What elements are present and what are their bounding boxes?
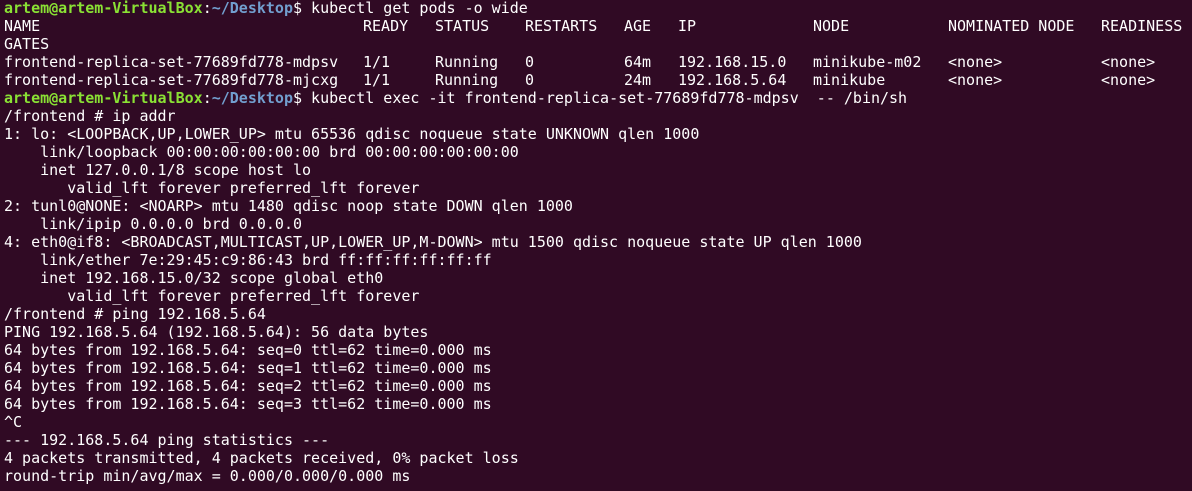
header-restarts: RESTARTS <box>525 17 598 35</box>
shell-line: 64 bytes from 192.168.5.64: seq=3 ttl=62… <box>4 395 492 413</box>
pod-readiness: <none> <box>1101 71 1156 89</box>
shell-line: 4 packets transmitted, 4 packets receive… <box>4 449 519 467</box>
prompt-path: ~/Desktop <box>211 0 293 17</box>
shell-line: ^C <box>4 413 23 431</box>
pod-name: frontend-replica-set-77689fd778-mdpsv <box>4 53 339 71</box>
terminal-output: artem@artem-VirtualBox:~/Desktop$ kubect… <box>4 0 1192 485</box>
table-row: frontend-replica-set-77689fd778-mdpsv 1/… <box>4 53 1192 71</box>
prompt-line-get-pods: artem@artem-VirtualBox:~/Desktop$ kubect… <box>4 0 528 17</box>
pod-nominated-node: <none> <box>948 71 1003 89</box>
pod-nominated-node: <none> <box>948 53 1003 71</box>
pod-node: minikube <box>813 71 886 89</box>
header-age: AGE <box>624 17 652 35</box>
shell-line: inet 127.0.0.1/8 scope host lo <box>4 161 312 179</box>
header-node: NODE <box>813 17 850 35</box>
header-readiness: READINESS <box>1101 17 1183 35</box>
shell-line: 1: lo: <LOOPBACK,UP,LOWER_UP> mtu 65536 … <box>4 125 700 143</box>
shell-line: --- 192.168.5.64 ping statistics --- <box>4 431 330 449</box>
shell-line: link/ipip 0.0.0.0 brd 0.0.0.0 <box>4 215 303 233</box>
shell-line: PING 192.168.5.64 (192.168.5.64): 56 dat… <box>4 323 429 341</box>
shell-line: 4: eth0@if8: <BROADCAST,MULTICAST,UP,LOW… <box>4 233 862 251</box>
pod-ready: 1/1 <box>363 53 391 71</box>
header-name: NAME <box>4 17 41 35</box>
prompt-line-exec: artem@artem-VirtualBox:~/Desktop$ kubect… <box>4 89 908 107</box>
pod-node: minikube-m02 <box>813 53 922 71</box>
shell-line: 64 bytes from 192.168.5.64: seq=2 ttl=62… <box>4 377 492 395</box>
prompt-user-host: artem@artem-VirtualBox <box>4 0 203 17</box>
header-gates: GATES <box>4 35 50 53</box>
table-row: frontend-replica-set-77689fd778-mjcxg 1/… <box>4 71 1192 89</box>
shell-line: link/loopback 00:00:00:00:00:00 brd 00:0… <box>4 143 519 161</box>
pod-status: Running <box>435 71 499 89</box>
shell-line: /frontend # ping 192.168.5.64 <box>4 305 266 323</box>
prompt-symbol: $ <box>293 0 303 17</box>
shell-line: valid_lft forever preferred_lft forever <box>4 179 420 197</box>
shell-line: 64 bytes from 192.168.5.64: seq=1 ttl=62… <box>4 359 492 377</box>
header-ready: READY <box>363 17 409 35</box>
shell-line: inet 192.168.15.0/32 scope global eth0 <box>4 269 384 287</box>
shell-line: 64 bytes from 192.168.5.64: seq=0 ttl=62… <box>4 341 492 359</box>
prompt-path: ~/Desktop <box>211 89 293 107</box>
shell-line: link/ether 7e:29:45:c9:86:43 brd ff:ff:f… <box>4 251 492 269</box>
terminal-window[interactable]: artem@artem-VirtualBox:~/Desktop$ kubect… <box>0 0 1192 491</box>
shell-line: round-trip min/avg/max = 0.000/0.000/0.0… <box>4 467 411 485</box>
pod-readiness: <none> <box>1101 53 1156 71</box>
pod-name: frontend-replica-set-77689fd778-mjcxg <box>4 71 339 89</box>
pods-table-header: NAME READY STATUS RESTARTS AGE IP NODE N… <box>4 17 1192 35</box>
shell-line: 2: tunl0@NONE: <NOARP> mtu 1480 qdisc no… <box>4 197 573 215</box>
shell-line: valid_lft forever preferred_lft forever <box>4 287 420 305</box>
prompt-symbol: $ <box>293 89 303 107</box>
shell-line: /frontend # ip addr <box>4 107 176 125</box>
pod-age: 64m <box>624 53 652 71</box>
pod-ready: 1/1 <box>363 71 391 89</box>
header-nominated-node: NOMINATED NODE <box>948 17 1075 35</box>
pod-status: Running <box>435 53 499 71</box>
pod-ip: 192.168.15.0 <box>678 53 787 71</box>
pod-restarts: 0 <box>525 71 535 89</box>
command-get-pods: kubectl get pods -o wide <box>302 0 528 17</box>
pod-ip: 192.168.5.64 <box>678 71 787 89</box>
header-status: STATUS <box>435 17 490 35</box>
pod-age: 24m <box>624 71 652 89</box>
pod-restarts: 0 <box>525 53 535 71</box>
header-ip: IP <box>678 17 697 35</box>
command-exec: kubectl exec -it frontend-replica-set-77… <box>302 89 908 107</box>
